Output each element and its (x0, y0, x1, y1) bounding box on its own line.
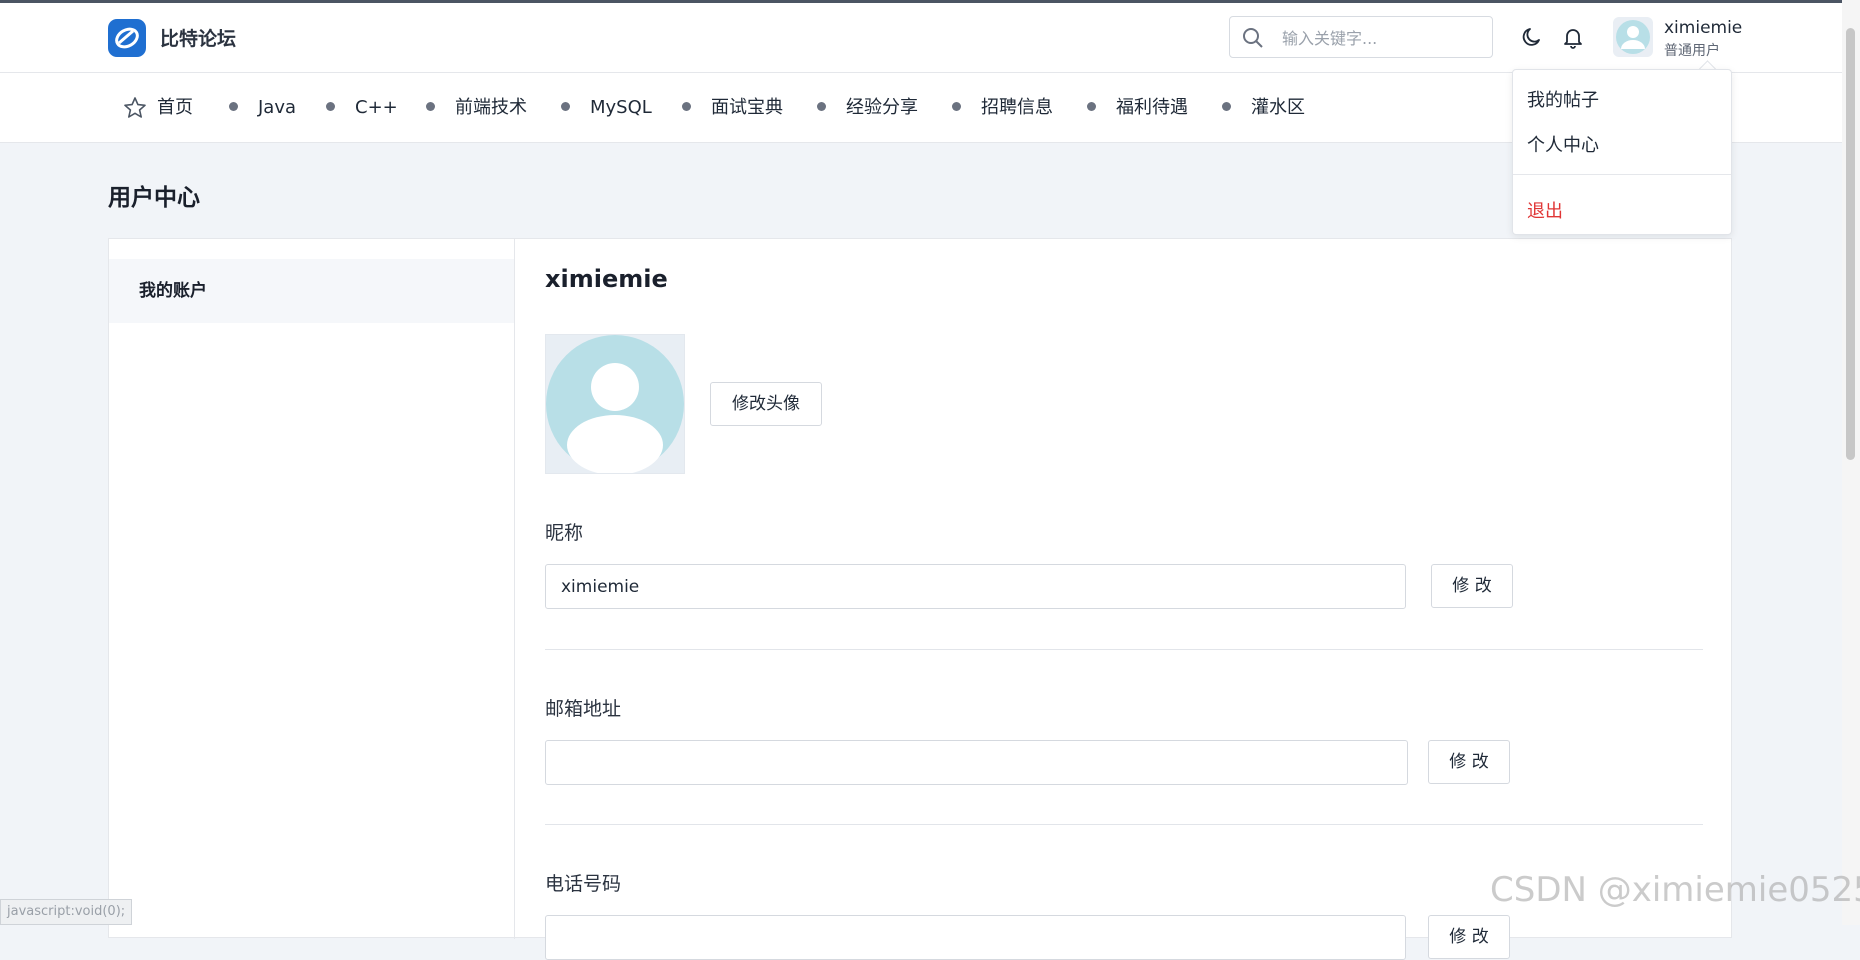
phone-label: 电话号码 (545, 873, 622, 895)
user-dropdown-menu: 我的帖子 个人中心 退出 (1512, 69, 1732, 235)
user-name[interactable]: ximiemie (1664, 18, 1742, 38)
bullet-icon (817, 101, 826, 111)
profile-avatar (545, 334, 685, 475)
nickname-label: 昵称 (545, 522, 584, 544)
search-box[interactable] (1229, 16, 1493, 58)
menu-divider (1513, 174, 1731, 175)
divider (545, 824, 1703, 825)
menu-item-my-posts[interactable]: 我的帖子 (1527, 86, 1599, 112)
nav-item-label: C++ (355, 97, 398, 118)
status-bar: javascript:void(0); (0, 899, 133, 925)
sidebar-item-my-account[interactable]: 我的账户 (109, 259, 514, 323)
page-title: 用户中心 (108, 185, 200, 211)
menu-item-profile[interactable]: 个人中心 (1527, 131, 1599, 157)
notification-bell-icon[interactable] (1561, 25, 1585, 49)
edit-phone-button[interactable]: 修 改 (1428, 915, 1510, 959)
bullet-icon (229, 101, 238, 111)
nav-item-label: 灌水区 (1251, 97, 1305, 118)
nav-item-label: 面试宝典 (711, 97, 783, 118)
dark-mode-moon-icon[interactable] (1520, 25, 1544, 49)
nav-item-label: 前端技术 (455, 97, 527, 118)
edit-nickname-button[interactable]: 修 改 (1431, 564, 1513, 608)
bullet-icon (682, 101, 691, 111)
user-role: 普通用户 (1664, 43, 1720, 59)
nav-item-label: 招聘信息 (981, 97, 1053, 118)
logo-icon[interactable] (108, 19, 146, 57)
nav-item-label: 经验分享 (846, 97, 918, 118)
nav-item-experience[interactable]: 经验分享 (817, 73, 918, 142)
search-icon (1243, 28, 1263, 48)
brand-name[interactable]: 比特论坛 (160, 24, 236, 51)
scrollbar-thumb[interactable] (1846, 28, 1855, 460)
user-avatar[interactable] (1613, 17, 1653, 57)
bullet-icon (326, 101, 335, 111)
nav-item-label: Java (258, 97, 297, 118)
divider (545, 649, 1703, 650)
email-label: 邮箱地址 (545, 698, 622, 720)
window-rim (0, 0, 1860, 3)
nav-item-cpp[interactable]: C++ (326, 73, 398, 142)
nav-item-frontend[interactable]: 前端技术 (426, 73, 527, 142)
nav-item-label: 福利待遇 (1116, 97, 1188, 118)
top-header: 比特论坛 ximiemie 普通用户 (0, 0, 1860, 73)
phone-input[interactable] (545, 915, 1406, 960)
nav-item-java[interactable]: Java (229, 73, 296, 142)
bullet-icon (561, 101, 570, 111)
menu-item-logout[interactable]: 退出 (1527, 197, 1563, 223)
account-name: ximiemie (545, 265, 668, 293)
watermark: CSDN @ximiemie0525 (1490, 870, 1860, 910)
nav-item-mysql[interactable]: MySQL (561, 73, 652, 142)
bullet-icon (1222, 101, 1231, 111)
star-icon (124, 97, 146, 118)
sidebar: 我的账户 (109, 239, 515, 939)
bullet-icon (1087, 101, 1096, 111)
nav-item-welfare[interactable]: 福利待遇 (1087, 73, 1188, 142)
nav-item-home[interactable]: 首页 (157, 73, 193, 142)
search-input[interactable] (1280, 25, 1484, 51)
nav-item-chat[interactable]: 灌水区 (1222, 73, 1305, 142)
edit-email-button[interactable]: 修 改 (1428, 740, 1510, 784)
change-avatar-button[interactable]: 修改头像 (710, 382, 822, 426)
email-input[interactable] (545, 740, 1408, 785)
nav-item-jobs[interactable]: 招聘信息 (952, 73, 1053, 142)
nickname-input[interactable] (545, 564, 1406, 609)
nav-item-interview[interactable]: 面试宝典 (682, 73, 783, 142)
bullet-icon (952, 101, 961, 111)
nav-item-label: MySQL (590, 97, 652, 118)
bullet-icon (426, 101, 435, 111)
